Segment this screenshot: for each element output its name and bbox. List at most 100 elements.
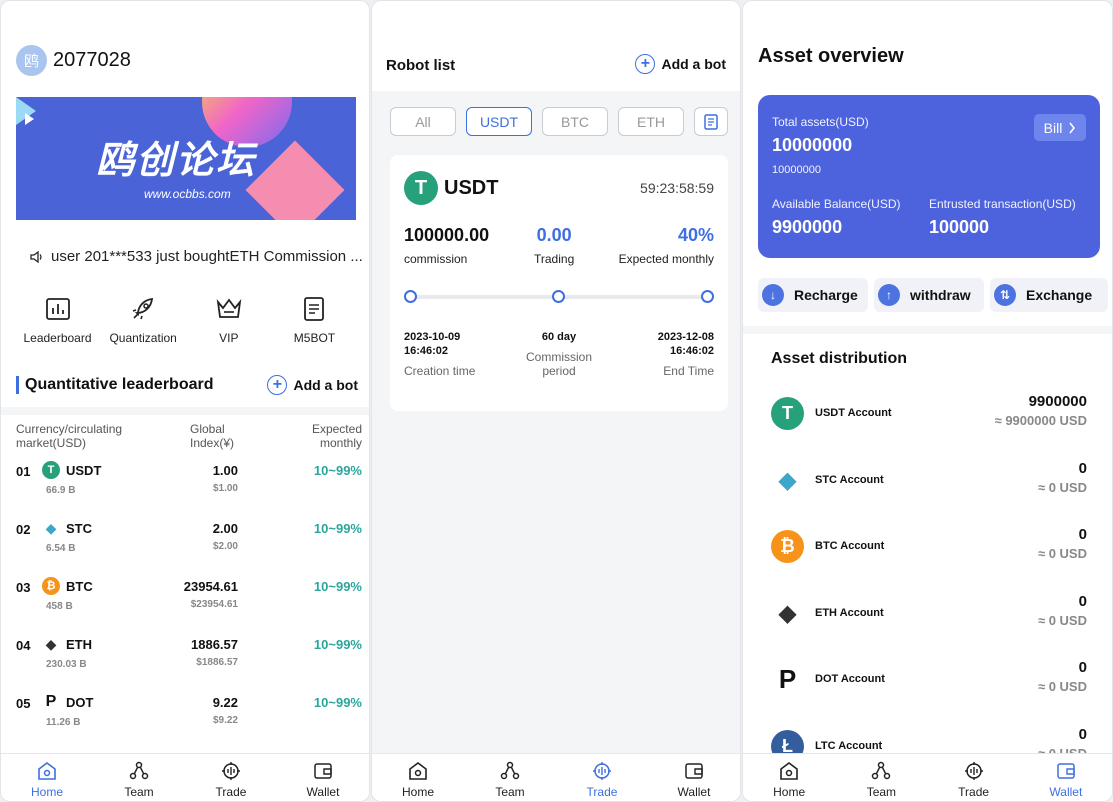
account-row[interactable]: T USDT Account 9900000 ≈ 9900000 USD <box>771 393 1087 447</box>
trade-icon <box>964 762 983 780</box>
row-volume: 66.9 B <box>46 485 76 496</box>
list-filter-button[interactable] <box>694 107 728 136</box>
creation-time: 16:46:02 <box>404 345 449 357</box>
crown-icon <box>216 298 242 318</box>
asset-card: Total assets(USD) 10000000 10000000 Bill… <box>758 95 1100 258</box>
end-date: 2023-12-08 <box>657 331 714 343</box>
tab-wallet[interactable]: Wallet <box>1020 754 1112 801</box>
usdt-icon: T <box>404 171 438 205</box>
avatar[interactable]: 鸥 <box>16 45 47 76</box>
account-value: 9900000 <box>1028 393 1087 410</box>
action-label: Recharge <box>794 287 858 303</box>
account-row[interactable]: P DOT Account 0 ≈ 0 USD <box>771 659 1087 713</box>
add-bot-button[interactable]: + Add a bot <box>267 375 358 395</box>
column-currency: Currency/circulating market(USD) <box>16 422 123 450</box>
tab-trade[interactable]: Trade <box>556 754 648 801</box>
account-row[interactable]: ◆ STC Account 0 ≈ 0 USD <box>771 460 1087 514</box>
end-label: End Time <box>663 364 714 378</box>
tab-team[interactable]: Team <box>93 754 185 801</box>
quick-label: VIP <box>219 331 239 345</box>
total-assets-label: Total assets(USD) <box>772 115 869 129</box>
stc-icon: ◆ <box>42 519 60 537</box>
bottom-tab-bar: Home Team Trade Wallet <box>1 753 369 801</box>
trade-icon <box>222 762 240 780</box>
leaderboard-row[interactable]: 02 ◆ STC 6.54 B 2.00 $2.00 10~99% <box>16 519 362 577</box>
tab-team[interactable]: Team <box>835 754 927 801</box>
column-index: Global Index(¥) <box>190 422 235 450</box>
currency-filter: All USDT BTC ETH <box>390 107 728 136</box>
tab-label: Wallet <box>1049 785 1083 799</box>
dot-icon: P <box>42 693 60 711</box>
tab-wallet[interactable]: Wallet <box>277 754 369 801</box>
quick-quantization[interactable]: Quantization <box>101 295 186 345</box>
home-icon <box>38 762 56 780</box>
notice-bar[interactable]: user 201***533 just boughtETH Commission… <box>29 248 363 265</box>
add-bot-button[interactable]: + Add a bot <box>635 54 726 74</box>
quick-vip[interactable]: VIP <box>186 295 271 345</box>
tab-label: Home <box>401 785 434 799</box>
quick-label: Quantization <box>109 331 177 345</box>
leaderboard-title: Quantitative leaderboard <box>16 376 214 394</box>
team-icon <box>129 761 149 780</box>
account-value: 0 <box>1078 526 1087 543</box>
leaderboard-row[interactable]: 05 P DOT 11.26 B 9.22 $9.22 10~99% <box>16 693 362 751</box>
row-price-usd: $1886.57 <box>196 657 238 668</box>
quick-label: M5BOT <box>293 331 336 345</box>
stat-trading: 0.00 Trading <box>534 225 574 266</box>
tab-label: Home <box>30 785 63 799</box>
timeline-dot <box>404 290 417 303</box>
promo-banner[interactable]: 鸥创论坛 www.ocbbs.com <box>16 97 356 220</box>
account-name: DOT Account <box>815 673 885 685</box>
entrusted-value: 100000 <box>929 217 990 237</box>
row-price-usd: $2.00 <box>212 541 238 552</box>
row-symbol: USDT <box>66 463 102 478</box>
stat-value: 40% <box>677 225 714 245</box>
banner-url: www.ocbbs.com <box>144 187 231 201</box>
row-expected: 10~99% <box>313 637 362 652</box>
tab-trade[interactable]: Trade <box>185 754 277 801</box>
wallet-icon <box>314 763 332 779</box>
banner-title: 鸥创论坛 <box>96 140 257 182</box>
account-row[interactable]: ◆ ETH Account 0 ≈ 0 USD <box>771 593 1087 647</box>
page-title: Robot list <box>386 57 456 74</box>
recharge-button[interactable]: ↓ Recharge <box>758 278 868 312</box>
row-expected: 10~99% <box>313 579 362 594</box>
withdraw-button[interactable]: ↑ withdraw <box>874 278 984 312</box>
creation-label: Creation time <box>404 364 476 378</box>
stat-label: Expected monthly <box>618 252 714 266</box>
quick-leaderboard[interactable]: Leaderboard <box>15 295 100 345</box>
leaderboard-row[interactable]: 01 T USDT 66.9 B 1.00 $1.00 10~99% <box>16 461 362 519</box>
row-price-usd: $1.00 <box>212 483 238 494</box>
filter-btc[interactable]: BTC <box>542 107 608 136</box>
tab-home[interactable]: Home <box>372 754 464 801</box>
filter-usdt[interactable]: USDT <box>466 107 532 136</box>
tab-home[interactable]: Home <box>1 754 93 801</box>
btc-icon: ₿ <box>42 577 60 595</box>
quick-m5bot[interactable]: M5BOT <box>272 295 357 345</box>
tab-wallet[interactable]: Wallet <box>648 754 740 801</box>
stat-label: Trading <box>534 252 575 266</box>
filter-all[interactable]: All <box>390 107 456 136</box>
row-rank: 01 <box>16 464 31 479</box>
row-volume: 11.26 B <box>46 717 81 728</box>
account-row[interactable]: ₿ BTC Account 0 ≈ 0 USD <box>771 526 1087 580</box>
tab-trade[interactable]: Trade <box>928 754 1020 801</box>
leaderboard-row[interactable]: 03 ₿ BTC 458 B 23954.61 $23954.61 10~99% <box>16 577 362 635</box>
bill-button[interactable]: Bill <box>1034 114 1086 141</box>
divider <box>1 407 369 415</box>
filter-eth[interactable]: ETH <box>618 107 684 136</box>
chevron-right-icon <box>1069 122 1076 133</box>
row-price: 1.00 <box>212 463 238 478</box>
leaderboard-row[interactable]: 04 ◆ ETH 230.03 B 1886.57 $1886.57 10~99… <box>16 635 362 693</box>
exchange-button[interactable]: ⇅ Exchange <box>990 278 1108 312</box>
row-symbol: BTC <box>66 579 93 594</box>
home-icon <box>409 762 427 780</box>
eth-icon: ◆ <box>42 635 60 653</box>
stat-expected: 40% Expected monthly <box>619 225 714 266</box>
tab-home[interactable]: Home <box>743 754 835 801</box>
btc-icon: ₿ <box>771 530 804 563</box>
bot-countdown: 59:23:58:59 <box>640 180 714 196</box>
bot-card[interactable]: T USDT 59:23:58:59 100000.00 commission … <box>390 155 728 411</box>
tab-team[interactable]: Team <box>464 754 556 801</box>
distribution-title: Asset distribution <box>771 350 908 367</box>
